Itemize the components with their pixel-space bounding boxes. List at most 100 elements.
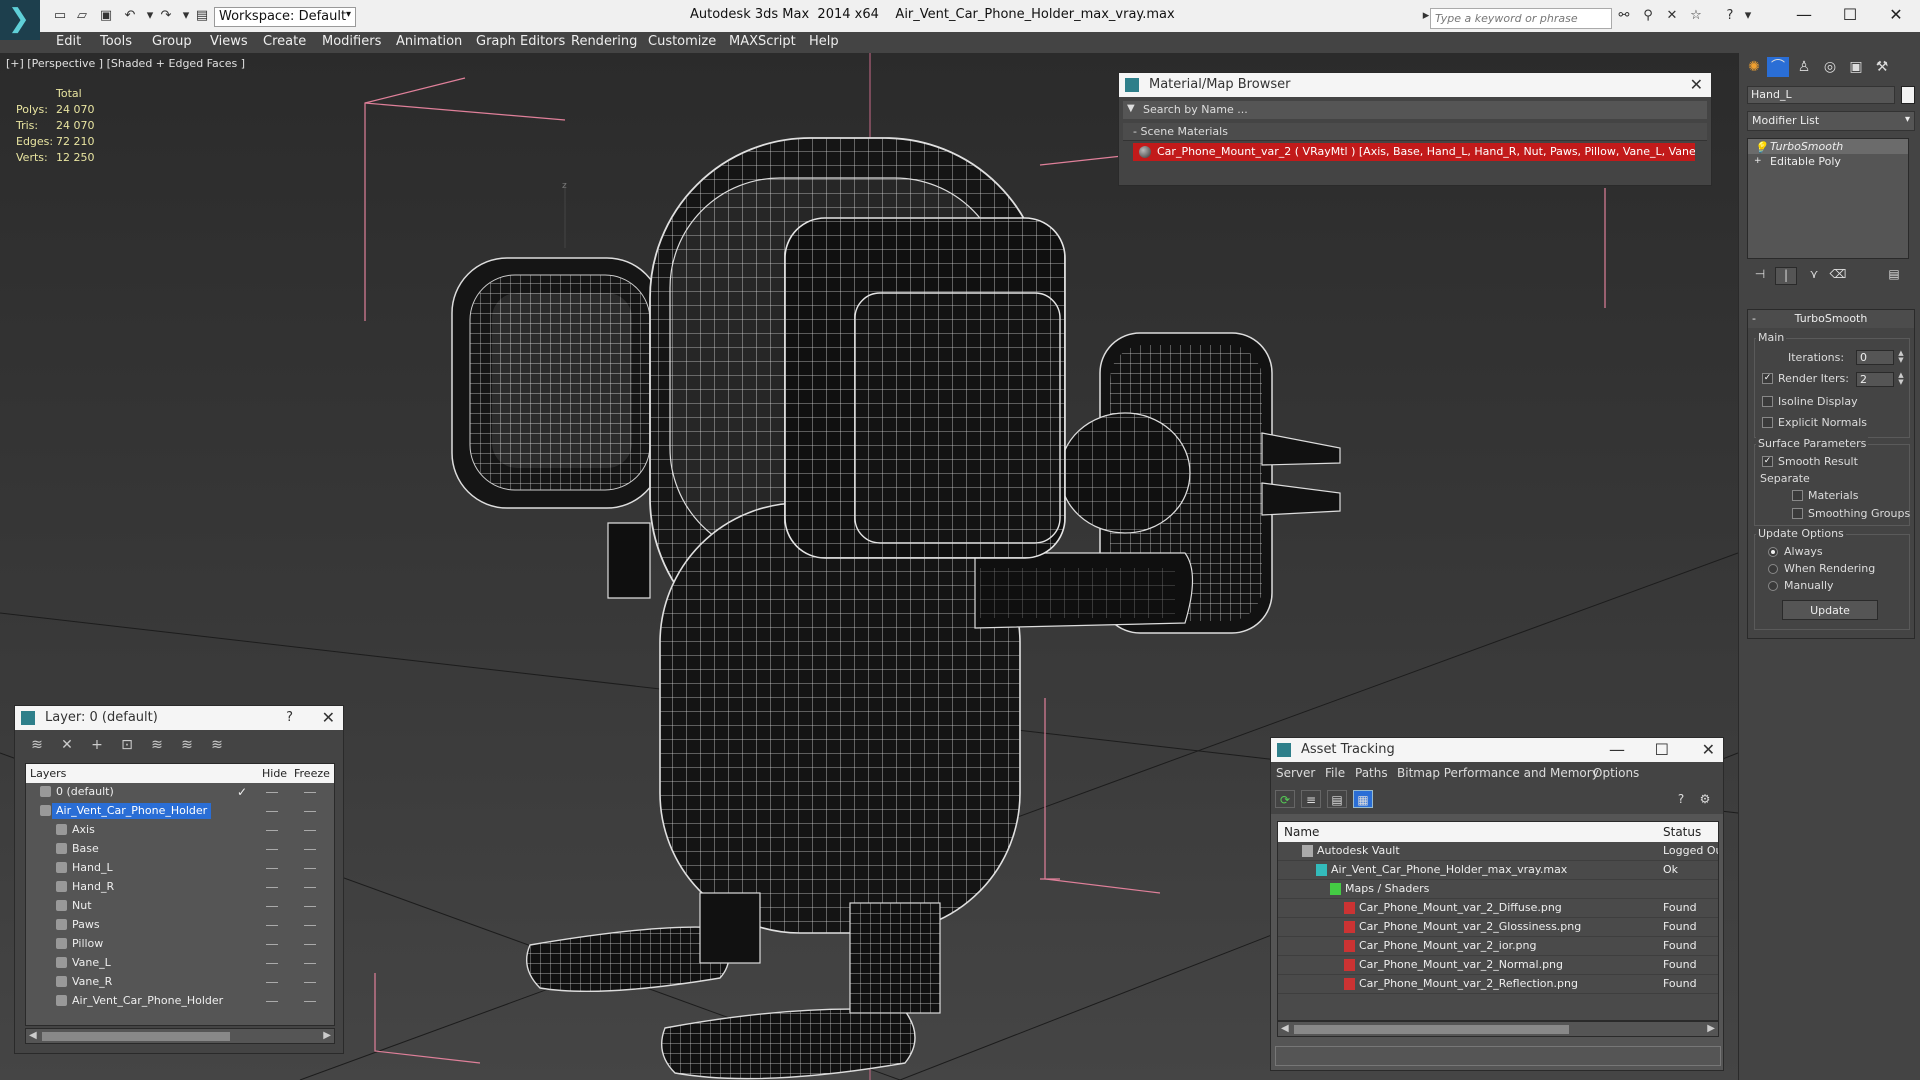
- material-search-input[interactable]: ▼ Search by Name ...: [1123, 101, 1707, 119]
- modify-tab-icon[interactable]: ⌒: [1767, 57, 1789, 77]
- hide-toggle[interactable]: [266, 944, 278, 945]
- select-highlighted-icon[interactable]: ⊡: [117, 736, 137, 754]
- maximize-icon[interactable]: ☐: [1655, 740, 1669, 759]
- help-search-input[interactable]: Type a keyword or phrase: [1430, 8, 1612, 29]
- col-hide[interactable]: Hide: [262, 767, 287, 780]
- list-view-icon[interactable]: ≡: [1301, 790, 1321, 808]
- close-icon[interactable]: ✕: [322, 708, 335, 727]
- remove-modifier-icon[interactable]: ⌫: [1827, 267, 1849, 285]
- vault-settings-icon[interactable]: ⚙: [1695, 790, 1715, 808]
- modifier-list-dropdown[interactable]: Modifier List ▾: [1747, 111, 1915, 131]
- hide-toggle[interactable]: [266, 849, 278, 850]
- freeze-toggle[interactable]: [304, 944, 316, 945]
- menu-group[interactable]: Group: [152, 34, 192, 49]
- menu-maxscript[interactable]: MAXScript: [729, 34, 796, 49]
- hide-toggle[interactable]: [266, 868, 278, 869]
- render-iters-checkbox[interactable]: ✓: [1762, 373, 1773, 384]
- close-window-button[interactable]: ✕: [1886, 5, 1906, 25]
- layer-name[interactable]: Hand_L: [68, 860, 117, 876]
- explicit-normals-checkbox[interactable]: [1762, 417, 1773, 428]
- freeze-layers-icon[interactable]: ≋: [207, 736, 227, 754]
- layers-stack-icon[interactable]: ≋: [27, 736, 47, 754]
- maximize-button[interactable]: ☐: [1840, 5, 1860, 25]
- freeze-toggle[interactable]: [304, 792, 316, 793]
- isoline-display-checkbox[interactable]: [1762, 396, 1773, 407]
- material-browser-titlebar[interactable]: Material/Map Browser ✕: [1119, 73, 1711, 97]
- asset-row[interactable]: Car_Phone_Mount_var_2_Glossiness.png Foun…: [1278, 918, 1718, 937]
- workspace-dropdown[interactable]: Workspace: Default ▾: [214, 7, 356, 27]
- rollout-header[interactable]: - TurboSmooth: [1748, 310, 1914, 328]
- asset-menu-paths[interactable]: Paths: [1355, 766, 1388, 780]
- layer-row[interactable]: Base: [26, 840, 334, 859]
- redo-icon[interactable]: ↷: [158, 8, 174, 24]
- col-freeze[interactable]: Freeze: [294, 767, 330, 780]
- layer-name[interactable]: Base: [68, 841, 103, 857]
- close-icon[interactable]: ✕: [1702, 740, 1715, 759]
- layer-row[interactable]: Hand_R: [26, 878, 334, 897]
- menu-edit[interactable]: Edit: [56, 34, 81, 49]
- close-icon[interactable]: ✕: [1690, 75, 1703, 94]
- delete-layer-icon[interactable]: ✕: [57, 736, 77, 754]
- object-name-field[interactable]: Hand_L: [1747, 86, 1895, 104]
- select-layer-objects-icon[interactable]: ≋: [147, 736, 167, 754]
- hide-toggle[interactable]: [266, 887, 278, 888]
- help-dropdown-icon[interactable]: ▾: [1740, 8, 1756, 24]
- layer-name[interactable]: Nut: [68, 898, 96, 914]
- undo-icon[interactable]: ↶: [122, 8, 138, 24]
- hide-toggle[interactable]: [266, 792, 278, 793]
- utilities-tab-icon[interactable]: ⚒: [1871, 57, 1893, 77]
- layer-name[interactable]: Pillow: [68, 936, 107, 952]
- help-icon[interactable]: ?: [1722, 8, 1738, 24]
- asset-menu-file[interactable]: File: [1325, 766, 1345, 780]
- redo-dropdown-icon[interactable]: ▾: [178, 8, 194, 24]
- update-button[interactable]: Update: [1782, 600, 1878, 620]
- layer-horizontal-scrollbar[interactable]: ◀ ▶: [25, 1028, 335, 1044]
- layer-row[interactable]: Paws: [26, 916, 334, 935]
- hide-toggle[interactable]: [266, 830, 278, 831]
- communication-icon[interactable]: ✕: [1664, 8, 1680, 24]
- layer-name[interactable]: Paws: [68, 917, 104, 933]
- hide-toggle[interactable]: [266, 811, 278, 812]
- layer-row[interactable]: 0 (default) ✓: [26, 783, 334, 802]
- asset-row[interactable]: Air_Vent_Car_Phone_Holder_max_vray.max Ok: [1278, 861, 1718, 880]
- smoothing-groups-checkbox[interactable]: [1792, 508, 1803, 519]
- menu-help[interactable]: Help: [809, 34, 839, 49]
- menu-graph-editors[interactable]: Graph Editors: [476, 34, 565, 49]
- hide-toggle[interactable]: [266, 963, 278, 964]
- materials-checkbox[interactable]: [1792, 490, 1803, 501]
- freeze-toggle[interactable]: [304, 830, 316, 831]
- menu-rendering[interactable]: Rendering: [571, 34, 637, 49]
- scroll-right-icon[interactable]: ▶: [323, 1030, 331, 1041]
- project-folder-icon[interactable]: ▤: [194, 8, 210, 24]
- create-layer-icon[interactable]: +: [87, 736, 107, 754]
- freeze-toggle[interactable]: [304, 925, 316, 926]
- asset-row[interactable]: Car_Phone_Mount_var_2_ior.png Found: [1278, 937, 1718, 956]
- when-rendering-radio[interactable]: [1768, 564, 1778, 574]
- display-tab-icon[interactable]: ▣: [1845, 57, 1867, 77]
- show-end-result-icon[interactable]: |: [1775, 267, 1797, 285]
- spinner-arrows-icon[interactable]: ▲ ▼: [1896, 372, 1906, 387]
- open-file-icon[interactable]: ▱: [74, 8, 90, 24]
- layer-name[interactable]: Axis: [68, 822, 99, 838]
- minimize-icon[interactable]: —: [1609, 740, 1625, 759]
- save-icon[interactable]: ▣: [98, 8, 114, 24]
- viewport-label[interactable]: [+] [Perspective ] [Shaded + Edged Faces…: [6, 57, 245, 70]
- layer-name[interactable]: Air_Vent_Car_Phone_Holder: [68, 993, 227, 1009]
- freeze-toggle[interactable]: [304, 1001, 316, 1002]
- hide-toggle[interactable]: [266, 906, 278, 907]
- create-tab-icon[interactable]: ✺: [1743, 57, 1765, 77]
- asset-tracking-titlebar[interactable]: Asset Tracking — ☐ ✕: [1271, 738, 1723, 762]
- filter-icon[interactable]: ▼: [1127, 103, 1135, 114]
- layer-row[interactable]: Air_Vent_Car_Phone_Holder: [26, 992, 334, 1011]
- material-item[interactable]: Car_Phone_Mount_var_2 ( VRayMtl ) [Axis,…: [1133, 143, 1695, 161]
- binoculars-icon[interactable]: ⚯: [1616, 8, 1632, 24]
- layer-name[interactable]: Vane_R: [68, 974, 116, 990]
- layer-row[interactable]: Nut: [26, 897, 334, 916]
- always-radio[interactable]: [1768, 547, 1778, 557]
- asset-row[interactable]: Car_Phone_Mount_var_2_Reflection.png Foun…: [1278, 975, 1718, 994]
- iterations-spinner[interactable]: 0: [1856, 350, 1894, 365]
- menu-views[interactable]: Views: [210, 34, 248, 49]
- refresh-icon[interactable]: ⟳: [1275, 790, 1295, 808]
- col-layers[interactable]: Layers: [30, 767, 66, 780]
- hide-unhide-layers-icon[interactable]: ≋: [177, 736, 197, 754]
